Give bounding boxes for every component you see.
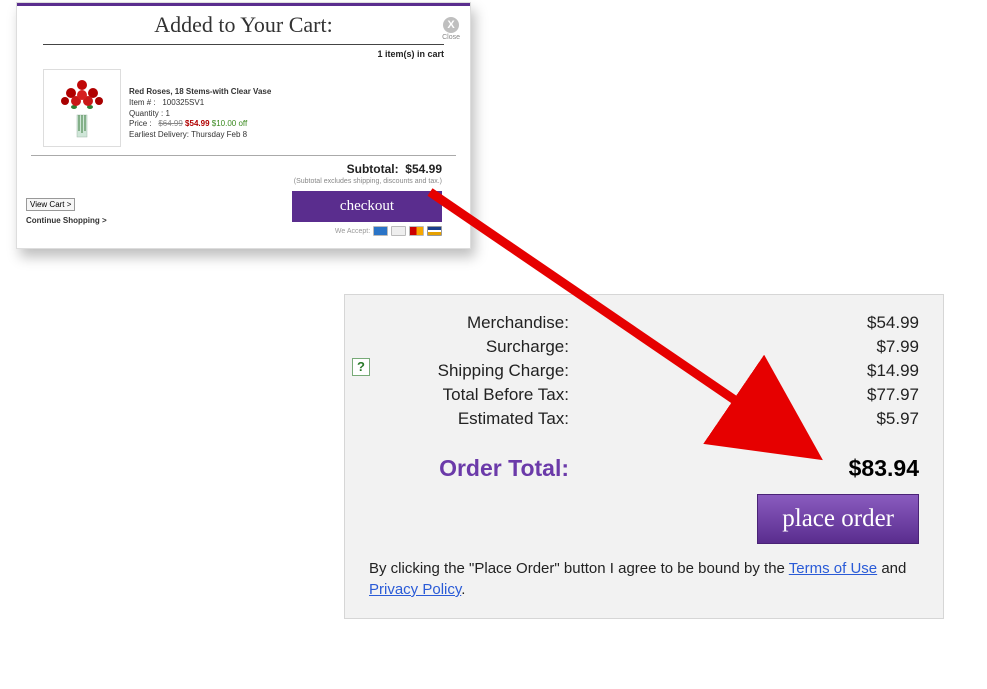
we-accept-label: We Accept:: [335, 228, 370, 235]
product-image: [43, 69, 121, 147]
agree-and: and: [877, 560, 906, 577]
shipping-label: Shipping Charge:: [369, 361, 569, 381]
item-number-label: Item # :: [129, 98, 156, 107]
order-summary-panel: Merchandise: $54.99 Surcharge: $7.99 Shi…: [344, 294, 944, 619]
price-current: $54.99: [185, 119, 209, 128]
discover-icon: [391, 226, 406, 236]
close-label: Close: [442, 34, 460, 41]
order-total-value: $83.94: [849, 455, 919, 482]
subtotal-value: $54.99: [405, 162, 442, 176]
credit-card-icons: [372, 226, 442, 236]
price-label: Price :: [129, 119, 152, 128]
summary-line-shipping: Shipping Charge: $14.99: [369, 361, 919, 381]
product-details: Red Roses, 18 Stems-with Clear Vase Item…: [129, 69, 271, 141]
summary-line-merchandise: Merchandise: $54.99: [369, 313, 919, 333]
delivery-value: Thursday Feb 8: [191, 130, 247, 139]
subtotal-row: Subtotal: $54.99: [31, 156, 456, 176]
order-total-row: Order Total: $83.94: [369, 455, 919, 482]
product-price: Price : $64.99 $54.99 $10.00 off: [129, 119, 271, 130]
quantity-label: Quantity :: [129, 109, 163, 118]
agree-prefix: By clicking the "Place Order" button I a…: [369, 560, 789, 577]
delivery-label: Earliest Delivery:: [129, 130, 189, 139]
subtotal-label: Subtotal:: [347, 162, 399, 176]
total-before-tax-label: Total Before Tax:: [369, 385, 569, 405]
merchandise-value: $54.99: [867, 313, 919, 333]
shipping-help-icon[interactable]: ?: [352, 358, 370, 376]
visa-icon: [427, 226, 442, 236]
terms-of-use-link[interactable]: Terms of Use: [789, 560, 877, 577]
amex-icon: [373, 226, 388, 236]
close-button[interactable]: X Close: [442, 15, 460, 41]
modal-accent-bar: [17, 3, 470, 6]
surcharge-value: $7.99: [876, 337, 919, 357]
product-item-number: Item # : 100325SV1: [129, 98, 271, 109]
agreement-text: By clicking the "Place Order" button I a…: [369, 558, 919, 600]
items-in-cart-count: 1 item(s) in cart: [31, 49, 444, 59]
view-cart-button[interactable]: View Cart >: [26, 198, 75, 211]
subtotal-note: (Subtotal excludes shipping, discounts a…: [31, 176, 456, 191]
privacy-policy-link[interactable]: Privacy Policy: [369, 581, 461, 598]
cart-left-actions: View Cart > Continue Shopping >: [26, 194, 107, 225]
agree-period: .: [461, 581, 465, 598]
summary-line-surcharge: Surcharge: $7.99: [369, 337, 919, 357]
checkout-button[interactable]: checkout: [292, 191, 442, 222]
place-order-button[interactable]: place order: [757, 494, 919, 544]
cart-item-row: Red Roses, 18 Stems-with Clear Vase Item…: [31, 63, 456, 156]
cart-title: Added to Your Cart:: [43, 12, 444, 45]
estimated-tax-label: Estimated Tax:: [369, 409, 569, 429]
merchandise-label: Merchandise:: [369, 313, 569, 333]
mastercard-icon: [409, 226, 424, 236]
close-icon: X: [443, 17, 459, 33]
quantity-value: 1: [165, 109, 169, 118]
order-total-label: Order Total:: [369, 455, 569, 482]
roses-icon: [49, 75, 115, 141]
product-delivery: Earliest Delivery: Thursday Feb 8: [129, 130, 271, 141]
estimated-tax-value: $5.97: [876, 409, 919, 429]
summary-line-estimated-tax: Estimated Tax: $5.97: [369, 409, 919, 429]
price-original: $64.99: [158, 119, 182, 128]
shipping-value: $14.99: [867, 361, 919, 381]
total-before-tax-value: $77.97: [867, 385, 919, 405]
product-quantity: Quantity : 1: [129, 109, 271, 120]
summary-line-total-before-tax: Total Before Tax: $77.97: [369, 385, 919, 405]
product-name: Red Roses, 18 Stems-with Clear Vase: [129, 87, 271, 98]
surcharge-label: Surcharge:: [369, 337, 569, 357]
price-savings: $10.00 off: [212, 119, 247, 128]
continue-shopping-link[interactable]: Continue Shopping >: [26, 216, 107, 225]
item-number-value: 100325SV1: [162, 98, 204, 107]
